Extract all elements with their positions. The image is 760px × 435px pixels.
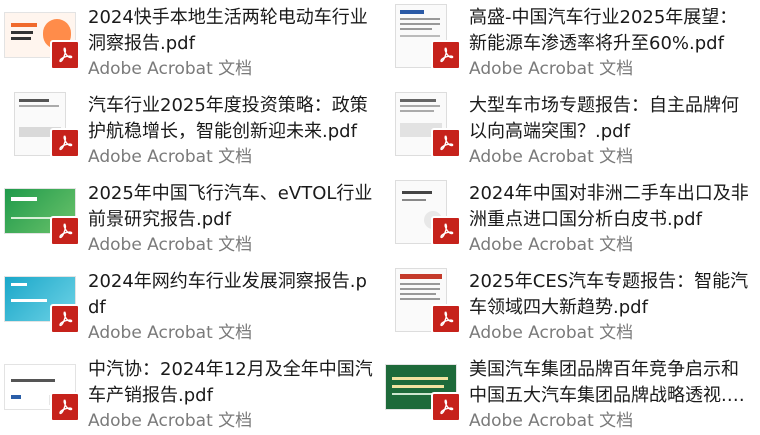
file-name: 2024年中国对非洲二手车出口及非洲重点进口国分析白皮书.pdf — [469, 183, 749, 230]
file-item[interactable]: 中汽协：2024年12月及全年中国汽车产销报告.pdf Adobe Acroba… — [0, 352, 375, 434]
file-name: 2024快手本地生活两轮电动车行业洞察报告.pdf — [88, 7, 368, 54]
pdf-icon — [50, 392, 80, 422]
file-type: Adobe Acrobat 文档 — [469, 59, 634, 79]
file-name: 汽车行业2025年度投资策略：政策护航稳增长，智能创新迎未来.pdf — [88, 95, 368, 142]
pdf-icon — [431, 216, 461, 246]
file-grid: 2024快手本地生活两轮电动车行业洞察报告.pdf Adobe Acrobat … — [0, 0, 760, 435]
file-item[interactable]: 2024快手本地生活两轮电动车行业洞察报告.pdf Adobe Acrobat … — [0, 0, 375, 82]
file-type: Adobe Acrobat 文档 — [88, 59, 253, 79]
file-name: 高盛-中国汽车行业2025年展望：新能源车渗透率将升至60%.pdf — [469, 7, 738, 54]
pdf-icon — [431, 304, 461, 334]
file-name: 大型车市场专题报告：自主品牌何以向高端突围？.pdf — [469, 95, 739, 142]
file-name: 2025年中国飞行汽车、eVTOL行业前景研究报告.pdf — [88, 183, 373, 230]
pdf-icon — [431, 128, 461, 158]
file-item[interactable]: 高盛-中国汽车行业2025年展望：新能源车渗透率将升至60%.pdf Adobe… — [381, 0, 756, 82]
file-item[interactable]: 2024年网约车行业发展洞察报告.pdf Adobe Acrobat 文档 — [0, 264, 375, 346]
file-type: Adobe Acrobat 文档 — [469, 235, 634, 255]
file-type: Adobe Acrobat 文档 — [88, 235, 253, 255]
file-name: 2024年网约车行业发展洞察报告.pdf — [88, 271, 367, 318]
file-name: 中汽协：2024年12月及全年中国汽车产销报告.pdf — [88, 359, 373, 406]
file-item[interactable]: 2025年CES汽车专题报告：智能汽车领域四大新趋势.pdf Adobe Acr… — [381, 264, 756, 346]
file-type: Adobe Acrobat 文档 — [469, 323, 634, 343]
pdf-icon — [50, 304, 80, 334]
file-name: 美国汽车集团品牌百年竞争启示和中国五大汽车集团品牌战略透视.pdf — [469, 359, 750, 406]
file-type: Adobe Acrobat 文档 — [469, 147, 634, 167]
file-type: Adobe Acrobat 文档 — [88, 323, 253, 343]
file-item[interactable]: 大型车市场专题报告：自主品牌何以向高端突围？.pdf Adobe Acrobat… — [381, 88, 756, 170]
pdf-icon — [431, 392, 461, 422]
file-type: Adobe Acrobat 文档 — [88, 411, 253, 431]
file-item[interactable]: 2024年中国对非洲二手车出口及非洲重点进口国分析白皮书.pdf Adobe A… — [381, 176, 756, 258]
file-type: Adobe Acrobat 文档 — [88, 147, 253, 167]
file-item[interactable]: 美国汽车集团品牌百年竞争启示和中国五大汽车集团品牌战略透视.pdf Adobe … — [381, 352, 756, 434]
file-name: 2025年CES汽车专题报告：智能汽车领域四大新趋势.pdf — [469, 271, 749, 318]
file-item[interactable]: 2025年中国飞行汽车、eVTOL行业前景研究报告.pdf Adobe Acro… — [0, 176, 375, 258]
pdf-icon — [50, 128, 80, 158]
pdf-icon — [431, 40, 461, 70]
pdf-icon — [50, 216, 80, 246]
pdf-icon — [50, 40, 80, 70]
file-type: Adobe Acrobat 文档 — [469, 411, 634, 431]
file-item[interactable]: 汽车行业2025年度投资策略：政策护航稳增长，智能创新迎未来.pdf Adobe… — [0, 88, 375, 170]
